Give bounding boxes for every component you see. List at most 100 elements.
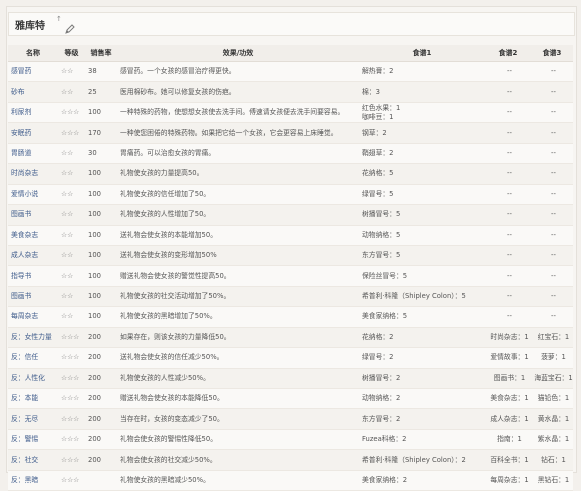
sell-rate-cell: 100: [85, 286, 117, 308]
grade-stars-cell: ☆☆☆: [58, 388, 85, 410]
effect-cell: 礼物使女孩的信任增加了50。: [117, 184, 359, 206]
grade-stars-cell: ☆☆☆: [58, 429, 85, 451]
sell-rate-cell: 100: [85, 265, 117, 287]
recipe-3-cell: --: [531, 245, 573, 267]
item-name-cell: 反：警惕: [8, 429, 58, 451]
table-row: 反：本能 ☆☆☆ 200 赠送礼物会使女孩的本能降低50。 动物纳格：2 美食杂志：1 猫铅…: [8, 388, 573, 410]
caret-up-icon: ↑: [56, 15, 62, 23]
table-row: 感冒药 ☆☆ 38 感冒药。一个女孩的感冒治疗得更快。 解热膏：2 -- --: [8, 61, 573, 83]
sell-rate-cell: 100: [85, 184, 117, 206]
header-name[interactable]: 名称: [8, 45, 58, 62]
table-row: 图画书 ☆☆ 100 礼物使女孩的人性增加了50。 树播冒号：5 -- --: [8, 204, 573, 226]
effect-cell: 一种使您困倦的特殊药物。如果把它给一个女孩，它会更容易上床睡觉。: [117, 122, 359, 144]
table-row: 成人杂志 ☆☆ 100 送礼物会使女孩的变形增加50% 东方冒号：5 -- --: [8, 245, 573, 267]
sell-rate-cell: 25: [85, 81, 117, 103]
recipe-1-cell: 绿冒号：5: [359, 184, 485, 206]
item-name-cell: 图画书: [8, 204, 58, 226]
recipe-3-cell: 黄水晶：1: [531, 408, 573, 430]
grade-stars-cell: ☆☆☆: [58, 368, 85, 390]
recipe-2-cell: --: [485, 81, 531, 103]
table-row: 每周杂志 ☆☆ 100 礼物使女孩的黑暗增加了50%。 美食家纳格：5 -- --: [8, 306, 573, 328]
sell-rate-cell: 200: [85, 347, 117, 369]
item-name-cell: 利尿剂: [8, 102, 58, 124]
table-row: 反：社交 ☆☆☆ 200 礼物会使女孩的社交减少50%。 希普利·科隆（Shipley …: [8, 449, 573, 471]
table-row: 反：无尽 ☆☆☆ 200 当存在时，女孩的变态减少了50。 东方冒号：2 成人杂志：1 黄水…: [8, 408, 573, 430]
item-name-cell: 反：本能: [8, 388, 58, 410]
grade-stars-cell: ☆☆: [58, 225, 85, 246]
grade-stars-cell: ☆☆: [58, 265, 85, 287]
grade-stars-cell: ☆☆: [58, 204, 85, 226]
recipe-3-cell: 红宝石：1: [531, 327, 573, 349]
table-row: 反：人性化 ☆☆☆ 200 礼物使女孩的人性减少50%。 树播冒号：2 图画书：1 海蓝宝石…: [8, 368, 573, 390]
grade-stars-cell: ☆☆☆: [58, 122, 85, 144]
sell-rate-cell: 200: [85, 408, 117, 430]
grade-stars-cell: ☆☆☆: [58, 102, 85, 124]
recipe-3-cell: --: [531, 204, 573, 226]
recipe-1-cell: 花纳格：5: [359, 163, 485, 185]
recipe-3-cell: --: [531, 143, 573, 165]
grade-stars-cell: ☆☆: [58, 245, 85, 267]
recipe-1-cell: 钢草：2: [359, 122, 485, 144]
sell-rate-cell: 200: [85, 429, 117, 451]
effect-cell: 礼物使女孩的人性增加了50。: [117, 204, 359, 226]
table-row: 胃肠道 ☆☆ 30 胃痛药。可以治愈女孩的胃痛。 鞘翅草：2 -- --: [8, 143, 573, 165]
header-sell-rate[interactable]: 销售率: [85, 45, 117, 62]
recipe-1-cell: 花纳格：2: [359, 327, 485, 349]
table-row: 图画书 ☆☆ 100 礼物使女孩的社交活动增加了50%。 希普利·科隆（Shipley …: [8, 286, 573, 308]
recipe-3-cell: 猫铅色：1: [531, 388, 573, 410]
effect-cell: 感冒药。一个女孩的感冒治疗得更快。: [117, 61, 359, 83]
page-title: 雅库特: [15, 21, 45, 32]
sell-rate-cell: 38: [85, 61, 117, 83]
sell-rate-cell: 170: [85, 122, 117, 144]
item-name-cell: 每周杂志: [8, 306, 58, 328]
recipe-2-cell: 爱情故事：1: [485, 347, 531, 369]
grade-stars-cell: ☆☆: [58, 184, 85, 206]
item-name-cell: 反：女性力量: [8, 327, 58, 349]
table-row: 利尿剂 ☆☆☆ 100 一种特殊的药物，使想想女孩使去洗手间。傅速请女孩便去洗手间要容…: [8, 102, 573, 124]
effect-cell: 赠送礼物会使女孩的本能降低50。: [117, 388, 359, 410]
recipe-1-cell: 希普利·科隆（Shipley Colon）：2: [359, 449, 485, 471]
recipe-2-cell: --: [485, 122, 531, 144]
title-bar: 雅库特 ↑: [8, 12, 575, 36]
recipe-1-cell: 树播冒号：2: [359, 368, 485, 390]
recipe-1-cell: Fuzea科格：2: [359, 429, 485, 451]
header-effect[interactable]: 效果/功效: [117, 45, 359, 62]
header-recipe-1[interactable]: 食谱1: [359, 45, 485, 62]
recipe-3-cell: --: [531, 306, 573, 328]
grade-stars-cell: ☆☆: [58, 61, 85, 83]
header-grade[interactable]: 等级: [58, 45, 85, 62]
table-header-row: 名称 等级 销售率 效果/功效 食谱1 食谱2 食谱3: [8, 45, 573, 62]
table-row: 砂布 ☆☆ 25 医用棉砂布。她可以修复女孩的伤疤。 棉：3 -- --: [8, 81, 573, 103]
recipe-2-cell: 美食杂志：1: [485, 388, 531, 410]
recipe-1-cell: 东方冒号：2: [359, 408, 485, 430]
table-row: 爱情小说 ☆☆ 100 礼物使女孩的信任增加了50。 绿冒号：5 -- --: [8, 184, 573, 206]
item-name-cell: 胃肠道: [8, 143, 58, 165]
table-row: 反：黑暗 ☆☆☆ 礼物使女孩的黑暗减少50%。 美食家纳格：2 每周杂志：1 黑钻石：1: [8, 470, 573, 491]
edit-pencil-icon[interactable]: [65, 19, 75, 34]
sell-rate-cell: 100: [85, 102, 117, 124]
recipe-2-cell: --: [485, 265, 531, 287]
item-name-cell: 感冒药: [8, 61, 58, 83]
header-recipe-3[interactable]: 食谱3: [531, 45, 573, 62]
grade-stars-cell: ☆☆: [58, 286, 85, 308]
effect-cell: 礼物会使女孩的警惕性降低50。: [117, 429, 359, 451]
recipe-2-cell: 图画书：1: [485, 368, 531, 390]
grade-stars-cell: ☆☆☆: [58, 327, 85, 349]
recipe-2-cell: 每周杂志：1: [485, 470, 531, 491]
effect-cell: 胃痛药。可以治愈女孩的胃痛。: [117, 143, 359, 165]
effect-cell: 送礼物会使女孩的变形增加50%: [117, 245, 359, 267]
recipe-3-cell: 紫水晶：1: [531, 429, 573, 451]
item-name-cell: 反：无尽: [8, 408, 58, 430]
header-recipe-2[interactable]: 食谱2: [485, 45, 531, 62]
grade-stars-cell: ☆☆☆: [58, 449, 85, 471]
sell-rate-cell: 200: [85, 449, 117, 471]
effect-cell: 赠送礼物会使女孩的警觉性提高50。: [117, 265, 359, 287]
grade-stars-cell: ☆☆: [58, 163, 85, 185]
recipe-3-cell: --: [531, 163, 573, 185]
sell-rate-cell: 200: [85, 368, 117, 390]
sell-rate-cell: 200: [85, 388, 117, 410]
sell-rate-cell: 100: [85, 225, 117, 246]
grade-stars-cell: ☆☆☆: [58, 470, 85, 491]
effect-cell: 礼物会使女孩的社交减少50%。: [117, 449, 359, 471]
item-name-cell: 反：社交: [8, 449, 58, 471]
